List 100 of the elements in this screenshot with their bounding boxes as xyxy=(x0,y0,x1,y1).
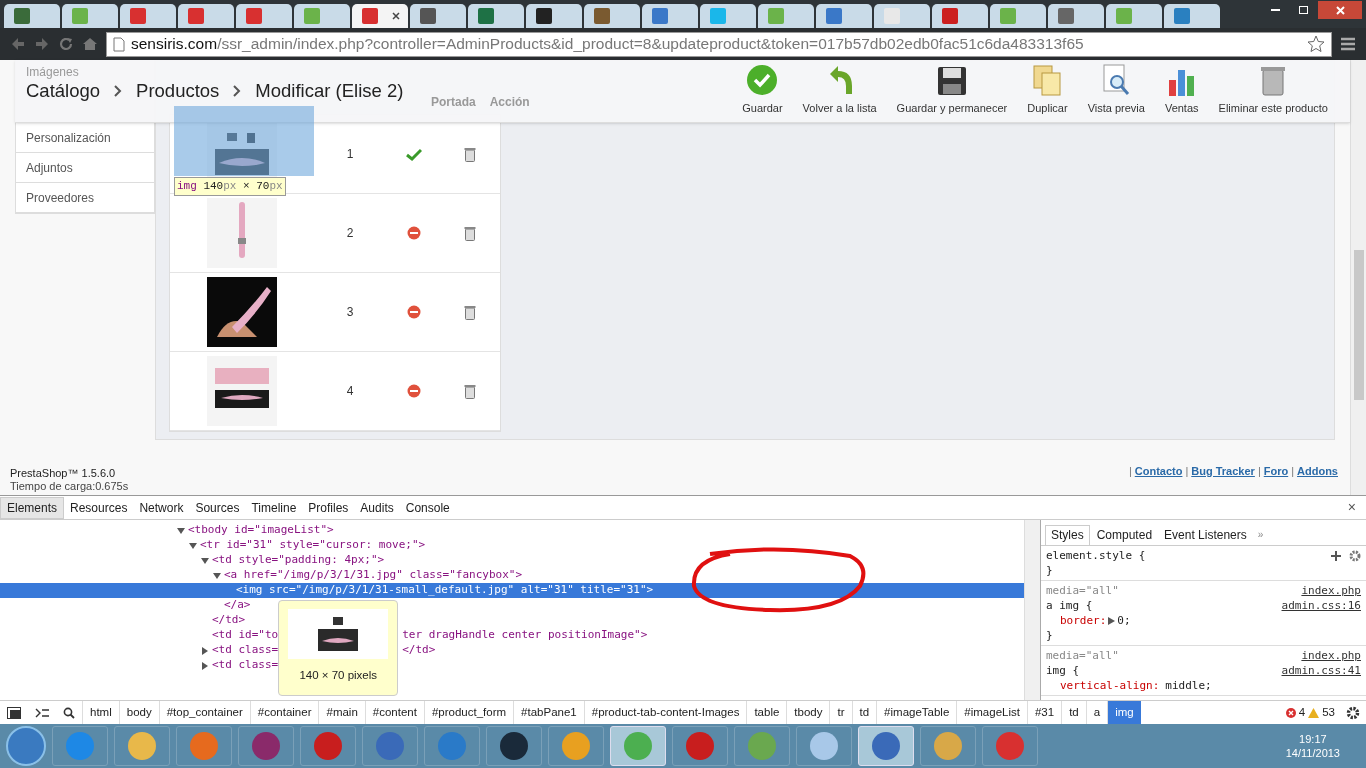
devtools-tab[interactable]: Profiles xyxy=(302,496,355,519)
trash-icon[interactable] xyxy=(464,383,476,399)
toolbar-button[interactable]: Volver a la lista xyxy=(792,63,887,116)
column-header: Acción xyxy=(489,94,530,111)
selector-text: a img { xyxy=(1046,598,1093,613)
minus-circle-icon[interactable] xyxy=(407,384,421,398)
toolbar-button[interactable]: Guardar xyxy=(732,63,793,116)
toolbar-button[interactable]: Ventas xyxy=(1154,65,1209,116)
close-button[interactable] xyxy=(1318,1,1362,19)
position-cell-text: 3 xyxy=(345,304,355,321)
source-link[interactable]: admin.css:16 xyxy=(1281,598,1361,613)
more-button[interactable]: » xyxy=(1253,527,1264,542)
dom-node-text[interactable]: </td> xyxy=(402,642,436,659)
devtools-tab[interactable]: Timeline xyxy=(245,496,303,519)
property-name: vertical-align: xyxy=(1060,678,1160,693)
scrollbar[interactable] xyxy=(1350,60,1366,495)
toolbar-button[interactable]: Vista previa xyxy=(1077,63,1155,116)
dock-icon[interactable] xyxy=(7,706,21,719)
separator-text: | xyxy=(1128,463,1132,479)
dom-breadcrumb[interactable]: img xyxy=(1107,700,1141,725)
trash-icon[interactable] xyxy=(464,146,476,162)
devtools-tab[interactable]: Elements xyxy=(0,496,65,519)
footer-link[interactable]: Contacto xyxy=(1134,462,1183,479)
styles-tab[interactable]: Event Listeners xyxy=(1159,524,1252,545)
reload-icon[interactable] xyxy=(58,36,74,52)
expanded-triangle-icon[interactable] xyxy=(189,541,197,550)
dom-node-text[interactable]: <td class= xyxy=(212,657,279,674)
styles-tab[interactable]: Computed xyxy=(1091,524,1158,545)
breadcrumb-item[interactable]: Productos xyxy=(136,77,220,105)
devtools-tab[interactable]: Network xyxy=(133,496,190,519)
dom-node-text[interactable]: <td id="to xyxy=(212,627,279,644)
footer-link[interactable]: Bug Tracker xyxy=(1191,462,1255,479)
close-button[interactable]: × xyxy=(1347,497,1356,518)
error-icon[interactable] xyxy=(1285,707,1296,718)
checkmark-icon[interactable] xyxy=(406,147,422,161)
clock-date[interactable]: 14/11/2013 xyxy=(1285,746,1340,760)
close-icon[interactable] xyxy=(392,12,400,20)
browser-tab[interactable] xyxy=(410,4,466,28)
load-time-text: Tiempo de carga:0.675s xyxy=(10,480,129,493)
error-count: 4 xyxy=(1298,704,1306,720)
taskbar-button[interactable] xyxy=(238,726,294,766)
console-icon[interactable] xyxy=(35,706,49,719)
forward-icon[interactable] xyxy=(34,36,50,52)
expanded-triangle-icon[interactable] xyxy=(177,526,185,535)
source-link[interactable]: index.php xyxy=(1301,583,1361,598)
footer-link[interactable]: Foro xyxy=(1263,462,1289,479)
dom-node-text[interactable]: ter dragHandle center positionImage"> xyxy=(402,627,648,644)
media-text: media="all" xyxy=(1046,583,1119,598)
sidebar-item[interactable]: Personalización xyxy=(26,128,111,147)
source-link[interactable]: admin.css:41 xyxy=(1281,663,1361,678)
scrollbar[interactable] xyxy=(1024,520,1040,700)
sidebar-item[interactable]: Adjuntos xyxy=(26,158,73,177)
minus-circle-icon[interactable] xyxy=(407,305,421,319)
trash-icon[interactable] xyxy=(464,225,476,241)
collapsed-triangle-icon[interactable] xyxy=(201,661,209,670)
separator-text: | xyxy=(1257,463,1261,479)
dom-node-text[interactable]: </a> xyxy=(224,597,251,614)
chevron-right-icon xyxy=(114,85,123,97)
toolbar-button[interactable]: Duplicar xyxy=(1017,63,1078,116)
page-icon xyxy=(113,36,125,52)
dom-node-text[interactable]: <td style="padding: 4px;"> xyxy=(212,552,385,569)
source-link[interactable]: index.php xyxy=(1301,648,1361,663)
styles-tab[interactable]: Styles xyxy=(1045,524,1090,545)
property-name: border: xyxy=(1060,613,1107,628)
clock-time[interactable]: 19:17 xyxy=(1299,732,1327,746)
devtools-tab[interactable]: Console xyxy=(399,496,456,519)
gear-icon[interactable] xyxy=(1346,705,1360,720)
toolbar-button[interactable]: Eliminar este producto xyxy=(1208,63,1338,116)
browser-tab[interactable] xyxy=(526,4,582,28)
start-button[interactable] xyxy=(6,726,46,766)
separator-text: | xyxy=(1185,463,1189,479)
dom-node-text[interactable]: <a href="/img/p/3/1/31.jpg" class="fancybox"> xyxy=(224,567,522,584)
property-value: middle; xyxy=(1165,678,1212,693)
dom-node-text[interactable]: <td class= xyxy=(212,642,279,659)
collapsed-triangle-icon[interactable] xyxy=(201,646,209,655)
sidebar-item[interactable]: Proveedores xyxy=(26,188,95,207)
taskbar-button[interactable] xyxy=(486,726,542,766)
trash-icon[interactable] xyxy=(464,304,476,320)
home-icon[interactable] xyxy=(82,36,98,52)
dom-node-text[interactable]: </td> xyxy=(212,612,246,629)
expanded-triangle-icon[interactable] xyxy=(213,571,221,580)
star-icon[interactable] xyxy=(1307,35,1325,53)
back-icon[interactable] xyxy=(10,36,26,52)
minus-circle-icon[interactable] xyxy=(407,226,421,240)
devtools-tab[interactable]: Resources xyxy=(64,496,134,519)
devtools-tab[interactable]: Audits xyxy=(354,496,400,519)
search-icon[interactable] xyxy=(63,706,75,719)
menu-icon[interactable] xyxy=(1340,36,1356,52)
check-circle-icon xyxy=(746,63,779,96)
toolbar-button[interactable]: Guardar y permanecer xyxy=(886,65,1018,116)
devtools-tab[interactable]: Sources xyxy=(189,496,246,519)
footer-link[interactable]: Addons xyxy=(1297,462,1338,479)
expand-triangle-icon[interactable] xyxy=(1108,616,1116,625)
address-field[interactable]: sensiris.com/ssr_admin/index.php?controller=AdminProducts&id_product=8&updateproduct&token=017b57db02edb0fac51c6da483313f65 xyxy=(106,31,1332,57)
inspect-label: img 140px × 70px xyxy=(174,177,286,196)
warning-icon[interactable] xyxy=(1308,707,1320,718)
plus-icon[interactable] xyxy=(1331,550,1341,561)
dom-node-text[interactable]: <tr id="31" style="cursor: move;"> xyxy=(200,537,426,554)
dom-node-text[interactable]: <tbody id="imageList"> xyxy=(188,522,334,539)
expanded-triangle-icon[interactable] xyxy=(201,556,209,565)
